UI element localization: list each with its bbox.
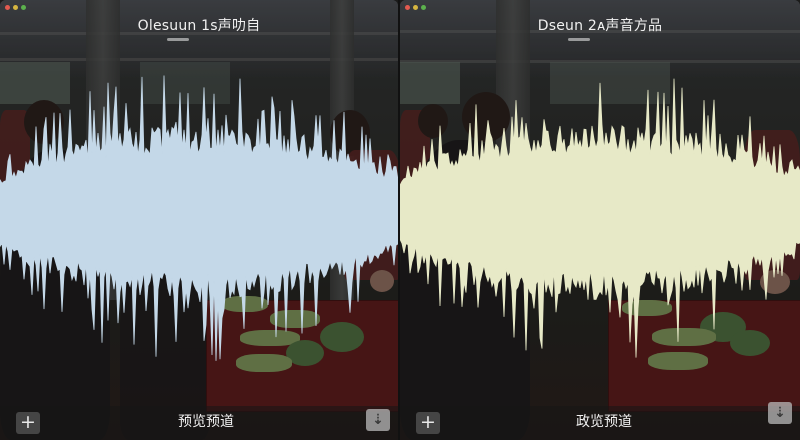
add-button[interactable]: + [16,412,40,434]
bottom-toolbar: + 预览预道 ⇣ [0,406,398,440]
preview-button[interactable]: 预览预道 [178,411,234,431]
left-audio-panel: Olesuun 1s声叻自 + 预览预道 ⇣ [0,0,398,440]
download-arrow-icon: ⇣ [372,412,384,428]
audio-waveform [400,78,800,358]
download-button[interactable]: ⇣ [366,409,390,431]
plus-icon: + [420,411,436,433]
download-button[interactable]: ⇣ [768,402,792,424]
download-arrow-icon: ⇣ [774,405,786,421]
audio-waveform [0,75,398,361]
waveform-shape [0,75,398,361]
plus-icon: + [20,411,36,433]
bottom-toolbar: + 政览预道 ⇣ [400,402,800,440]
add-button[interactable]: + [416,412,440,434]
right-audio-panel: Dseun 2ᴀ声音方品 + 政览预道 ⇣ [400,0,800,440]
preview-button[interactable]: 政览预道 [576,411,632,431]
waveform-shape [400,78,800,358]
